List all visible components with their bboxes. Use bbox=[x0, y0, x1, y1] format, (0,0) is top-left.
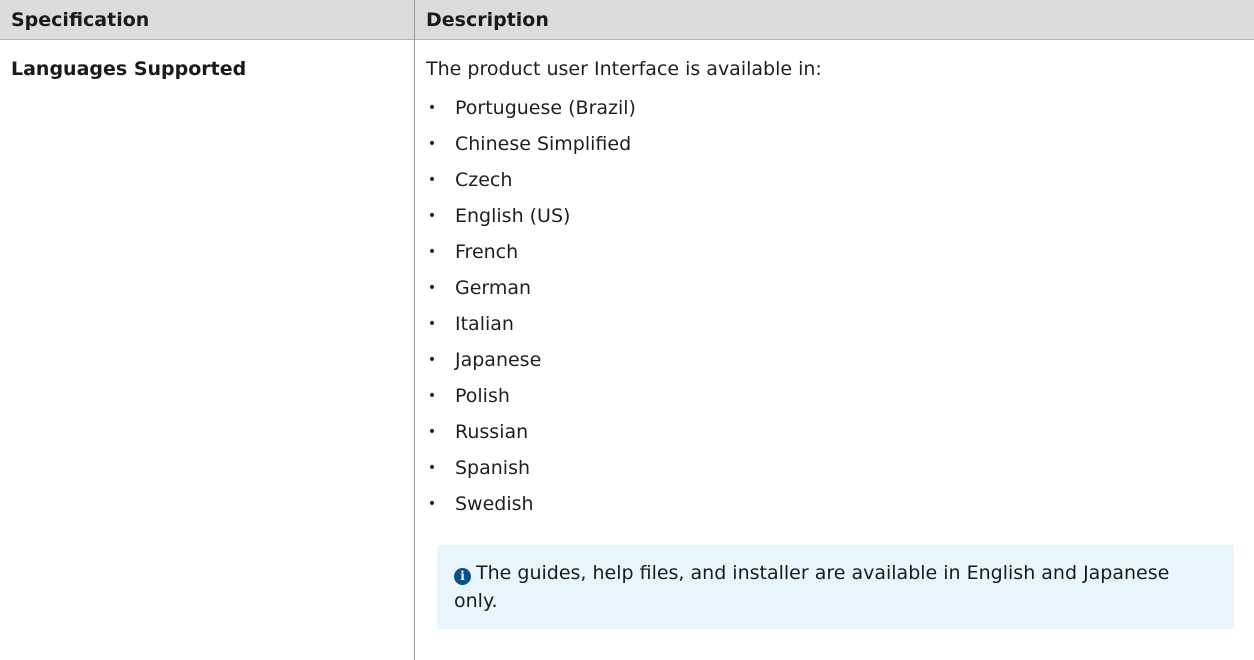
list-item: • Japanese bbox=[426, 342, 636, 378]
language-label: Swedish bbox=[455, 493, 534, 515]
info-icon: i bbox=[454, 568, 471, 585]
column-divider bbox=[414, 0, 415, 660]
list-item: • Chinese Simplified bbox=[426, 126, 636, 162]
list-item: • Polish bbox=[426, 378, 636, 414]
language-label: Japanese bbox=[455, 349, 542, 371]
bullet-icon: • bbox=[427, 100, 437, 116]
language-label: Italian bbox=[455, 313, 514, 335]
list-item: • Portuguese (Brazil) bbox=[426, 90, 636, 126]
bullet-icon: • bbox=[427, 244, 437, 260]
bullet-icon: • bbox=[427, 172, 437, 188]
column-header-specification: Specification bbox=[11, 9, 150, 31]
language-label: Portuguese (Brazil) bbox=[455, 97, 636, 119]
bullet-icon: • bbox=[427, 316, 437, 332]
bullet-icon: • bbox=[427, 496, 437, 512]
bullet-icon: • bbox=[427, 136, 437, 152]
list-item: • Italian bbox=[426, 306, 636, 342]
language-label: Spanish bbox=[455, 457, 531, 479]
list-item: • Czech bbox=[426, 162, 636, 198]
language-label: Chinese Simplified bbox=[455, 133, 632, 155]
language-label: French bbox=[455, 241, 519, 263]
language-label: Russian bbox=[455, 421, 529, 443]
bullet-icon: • bbox=[427, 460, 437, 476]
spec-name-languages: Languages Supported bbox=[11, 58, 247, 80]
language-label: English (US) bbox=[455, 205, 571, 227]
bullet-icon: • bbox=[427, 424, 437, 440]
language-label: Polish bbox=[455, 385, 510, 407]
bullet-icon: • bbox=[427, 388, 437, 404]
info-note: i The guides, help files, and installer a… bbox=[437, 545, 1234, 629]
list-item: • Spanish bbox=[426, 450, 636, 486]
language-label: German bbox=[455, 277, 532, 299]
language-list: • Portuguese (Brazil) • Chinese Simplified… bbox=[426, 90, 636, 522]
bullet-icon: • bbox=[427, 352, 437, 368]
bullet-icon: • bbox=[427, 280, 437, 296]
language-label: Czech bbox=[455, 169, 513, 191]
info-note-text: The guides, help files, and installer ar… bbox=[454, 562, 1170, 612]
list-item: • German bbox=[426, 270, 636, 306]
column-header-description: Description bbox=[426, 9, 549, 31]
bullet-icon: • bbox=[427, 208, 437, 224]
list-item: • English (US) bbox=[426, 198, 636, 234]
table-header-row: Specification Description bbox=[0, 0, 1254, 40]
description-intro: The product user Interface is available … bbox=[426, 58, 822, 80]
list-item: • French bbox=[426, 234, 636, 270]
specification-table: Specification Description Languages Supp… bbox=[0, 0, 1254, 660]
list-item: • Swedish bbox=[426, 486, 636, 522]
list-item: • Russian bbox=[426, 414, 636, 450]
